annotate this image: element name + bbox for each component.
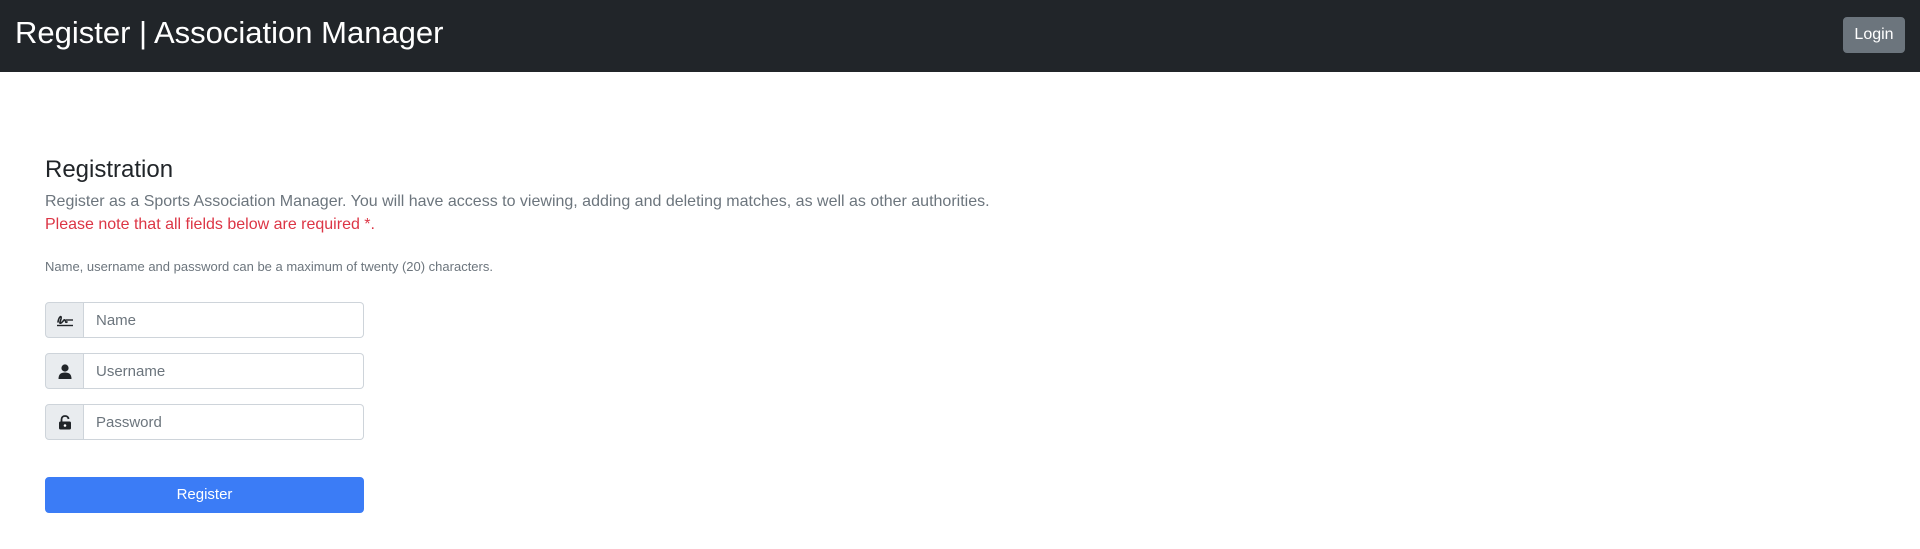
password-input[interactable] <box>84 404 364 440</box>
registration-section: Registration Register as a Sports Associ… <box>45 150 1045 513</box>
password-input-group <box>45 404 364 440</box>
character-limit-note: Name, username and password can be a max… <box>45 259 493 274</box>
top-navbar: Register | Association Manager Login <box>0 0 1920 72</box>
name-input[interactable] <box>84 302 364 338</box>
page-title: Register | Association Manager <box>15 15 444 50</box>
name-input-group <box>45 302 364 338</box>
register-button[interactable]: Register <box>45 477 364 513</box>
required-fields-note: Please note that all fields below are re… <box>45 216 375 233</box>
username-input-group <box>45 353 364 389</box>
login-button[interactable]: Login <box>1843 17 1905 53</box>
signature-icon <box>45 302 84 338</box>
registration-description: Register as a Sports Association Manager… <box>45 193 990 210</box>
registration-heading: Registration <box>45 156 174 183</box>
username-input[interactable] <box>84 353 364 389</box>
user-icon <box>45 353 84 389</box>
unlock-icon <box>45 404 84 440</box>
